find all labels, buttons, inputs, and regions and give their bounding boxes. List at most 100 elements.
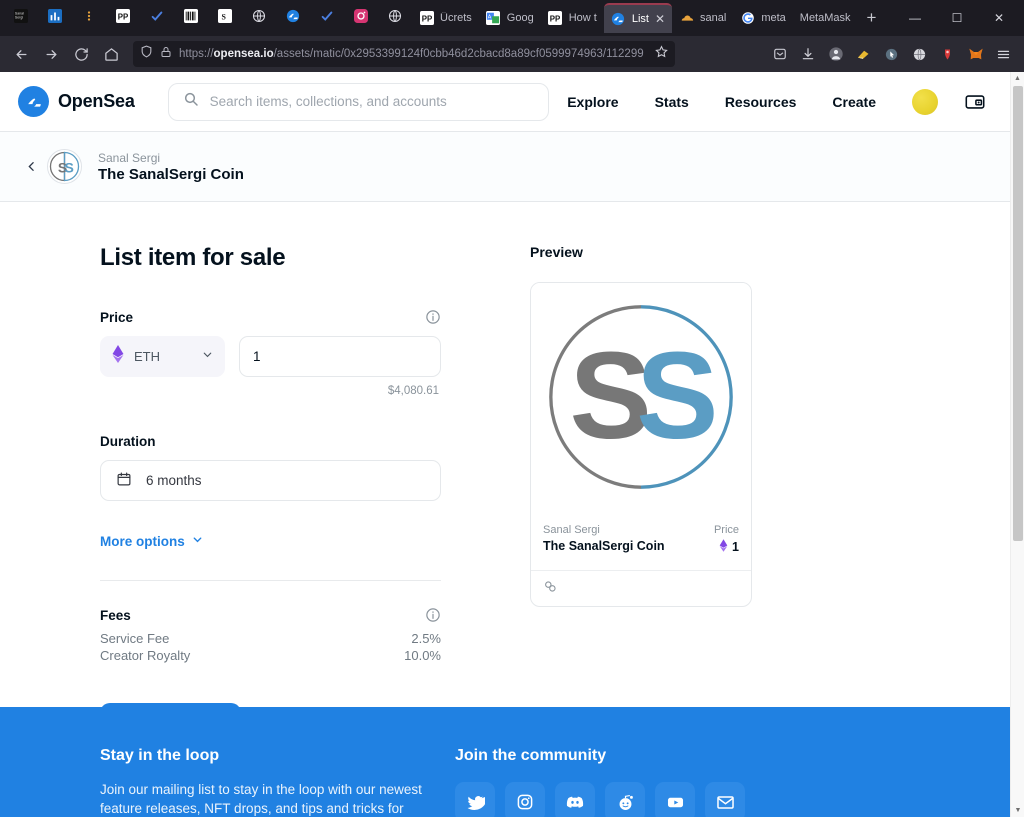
preview-price-value: 1 xyxy=(732,540,739,554)
nav-item-explore[interactable]: Explore xyxy=(549,94,636,110)
opensea-tab[interactable] xyxy=(276,3,310,33)
globe-tab[interactable] xyxy=(242,3,276,33)
metamask-fox-icon[interactable] xyxy=(962,40,989,68)
instagram-icon[interactable] xyxy=(505,782,545,817)
preview-meta: Sanal Sergi The SanalSergi Coin Price 1 xyxy=(531,511,751,570)
site-footer: Stay in the loop Join our mailing list t… xyxy=(0,707,1010,817)
scroll-down-arrow[interactable]: ▼ xyxy=(1011,804,1024,817)
more-options-toggle[interactable]: More options xyxy=(100,533,460,549)
svg-text:PP: PP xyxy=(421,15,431,24)
account-icon[interactable] xyxy=(822,40,849,68)
url-bar[interactable]: https://opensea.io/assets/matic/0x295339… xyxy=(133,41,675,67)
close-window-button[interactable]: ✕ xyxy=(978,2,1020,34)
search-placeholder: Search items, collections, and accounts xyxy=(209,94,447,109)
price-info-icon[interactable] xyxy=(425,309,441,325)
download-icon[interactable] xyxy=(794,40,821,68)
fee-row: Creator Royalty 10.0% xyxy=(100,648,441,663)
home-icon[interactable] xyxy=(97,40,125,68)
newsletter-section: Stay in the loop Join our mailing list t… xyxy=(0,747,455,817)
wallet-icon[interactable] xyxy=(964,91,986,113)
barcode-tab[interactable] xyxy=(174,3,208,33)
search-input[interactable]: Search items, collections, and accounts xyxy=(167,82,550,121)
page-viewport: OpenSea Search items, collections, and a… xyxy=(0,72,1010,817)
browser-tab--crets[interactable]: PP Ücrets xyxy=(412,3,479,33)
calendar-icon xyxy=(116,471,132,490)
price-input[interactable]: 1 xyxy=(239,336,441,377)
back-icon[interactable] xyxy=(7,40,35,68)
red-extension-icon[interactable] xyxy=(934,40,961,68)
minimize-button[interactable]: — xyxy=(894,2,936,34)
extension-yellow-icon[interactable] xyxy=(850,40,877,68)
back-chevron-icon[interactable] xyxy=(18,160,44,173)
instagram-favicon xyxy=(354,8,368,28)
preview-image: S S xyxy=(531,283,751,511)
sanal-sergi-tab[interactable]: Sanal Sergi xyxy=(4,3,38,33)
avatar[interactable] xyxy=(912,88,938,115)
collection-avatar[interactable]: S S xyxy=(47,149,82,184)
email-icon[interactable] xyxy=(705,782,745,817)
opensea-logo[interactable]: OpenSea xyxy=(18,86,135,117)
chart-tab[interactable] xyxy=(38,3,72,33)
preview-card[interactable]: S S Sanal Sergi The SanalSergi Coin Pric… xyxy=(530,282,752,607)
globe2-tab[interactable] xyxy=(378,3,412,33)
s-tab[interactable]: S xyxy=(208,3,242,33)
social-links xyxy=(455,782,745,817)
twitter-icon[interactable] xyxy=(455,782,495,817)
opensea-favicon xyxy=(611,12,626,27)
chevron-down-icon xyxy=(201,348,214,366)
dots-tab[interactable] xyxy=(72,3,106,33)
bookmark-star-icon[interactable] xyxy=(655,45,668,63)
check-tab[interactable] xyxy=(140,3,174,33)
browser-tab-how-t[interactable]: PP How t xyxy=(541,3,604,33)
fee-label: Service Fee xyxy=(100,631,170,646)
check-favicon xyxy=(150,9,164,28)
fee-label: Creator Royalty xyxy=(100,648,191,663)
svg-text:S: S xyxy=(222,12,227,21)
link-icon[interactable] xyxy=(543,579,558,599)
google-favicon xyxy=(740,11,755,26)
app-menu-icon[interactable] xyxy=(990,40,1017,68)
fees-info-icon[interactable] xyxy=(425,607,441,623)
pp-favicon: PP xyxy=(548,11,563,26)
breadcrumb-collection[interactable]: Sanal Sergi xyxy=(98,151,244,165)
browser-tab-list[interactable]: List ✕ xyxy=(603,3,673,33)
globe-extension-icon[interactable] xyxy=(906,40,933,68)
nav-item-resources[interactable]: Resources xyxy=(707,94,815,110)
pocket-icon[interactable] xyxy=(766,40,793,68)
youtube-icon[interactable] xyxy=(655,782,695,817)
check2-tab[interactable] xyxy=(310,3,344,33)
svg-text:A: A xyxy=(488,14,492,20)
browser-tab-metamask[interactable]: MetaMask xyxy=(793,3,858,33)
scroll-up-arrow[interactable]: ▲ xyxy=(1011,72,1024,85)
forward-icon[interactable] xyxy=(37,40,65,68)
price-row: ETH 1 xyxy=(100,336,441,377)
opensea-wordmark: OpenSea xyxy=(58,91,135,111)
tab-label: How t xyxy=(568,12,597,24)
reddit-icon[interactable] xyxy=(605,782,645,817)
nav-item-stats[interactable]: Stats xyxy=(637,94,707,110)
browser-tab-goog[interactable]: A Goog xyxy=(479,3,541,33)
tab-label: MetaMask xyxy=(799,12,851,24)
instagram-tab[interactable] xyxy=(344,3,378,33)
browser-tab-sanal[interactable]: sanal xyxy=(672,3,733,33)
close-tab-icon[interactable]: ✕ xyxy=(655,12,665,26)
reload-icon[interactable] xyxy=(67,40,95,68)
duration-label-row: Duration xyxy=(100,434,441,449)
cursor-extension-icon[interactable] xyxy=(878,40,905,68)
check-favicon xyxy=(320,9,334,28)
discord-icon[interactable] xyxy=(555,782,595,817)
search-icon xyxy=(183,91,199,112)
duration-label: Duration xyxy=(100,434,156,449)
new-tab-button[interactable]: + xyxy=(858,8,886,28)
preview-item-name: The SanalSergi Coin xyxy=(543,539,665,553)
tab-label: Ücrets xyxy=(440,12,472,24)
currency-select[interactable]: ETH xyxy=(100,336,225,377)
nav-item-create[interactable]: Create xyxy=(814,94,894,110)
scrollbar-thumb[interactable] xyxy=(1013,86,1023,541)
primary-nav: Explore Stats Resources Create xyxy=(549,88,992,115)
page-scrollbar[interactable]: ▲ ▼ xyxy=(1010,72,1024,817)
maximize-button[interactable]: ☐ xyxy=(936,2,978,34)
browser-tab-meta[interactable]: meta xyxy=(733,3,792,33)
pp-tab[interactable]: PP xyxy=(106,3,140,33)
duration-select[interactable]: 6 months xyxy=(100,460,441,501)
